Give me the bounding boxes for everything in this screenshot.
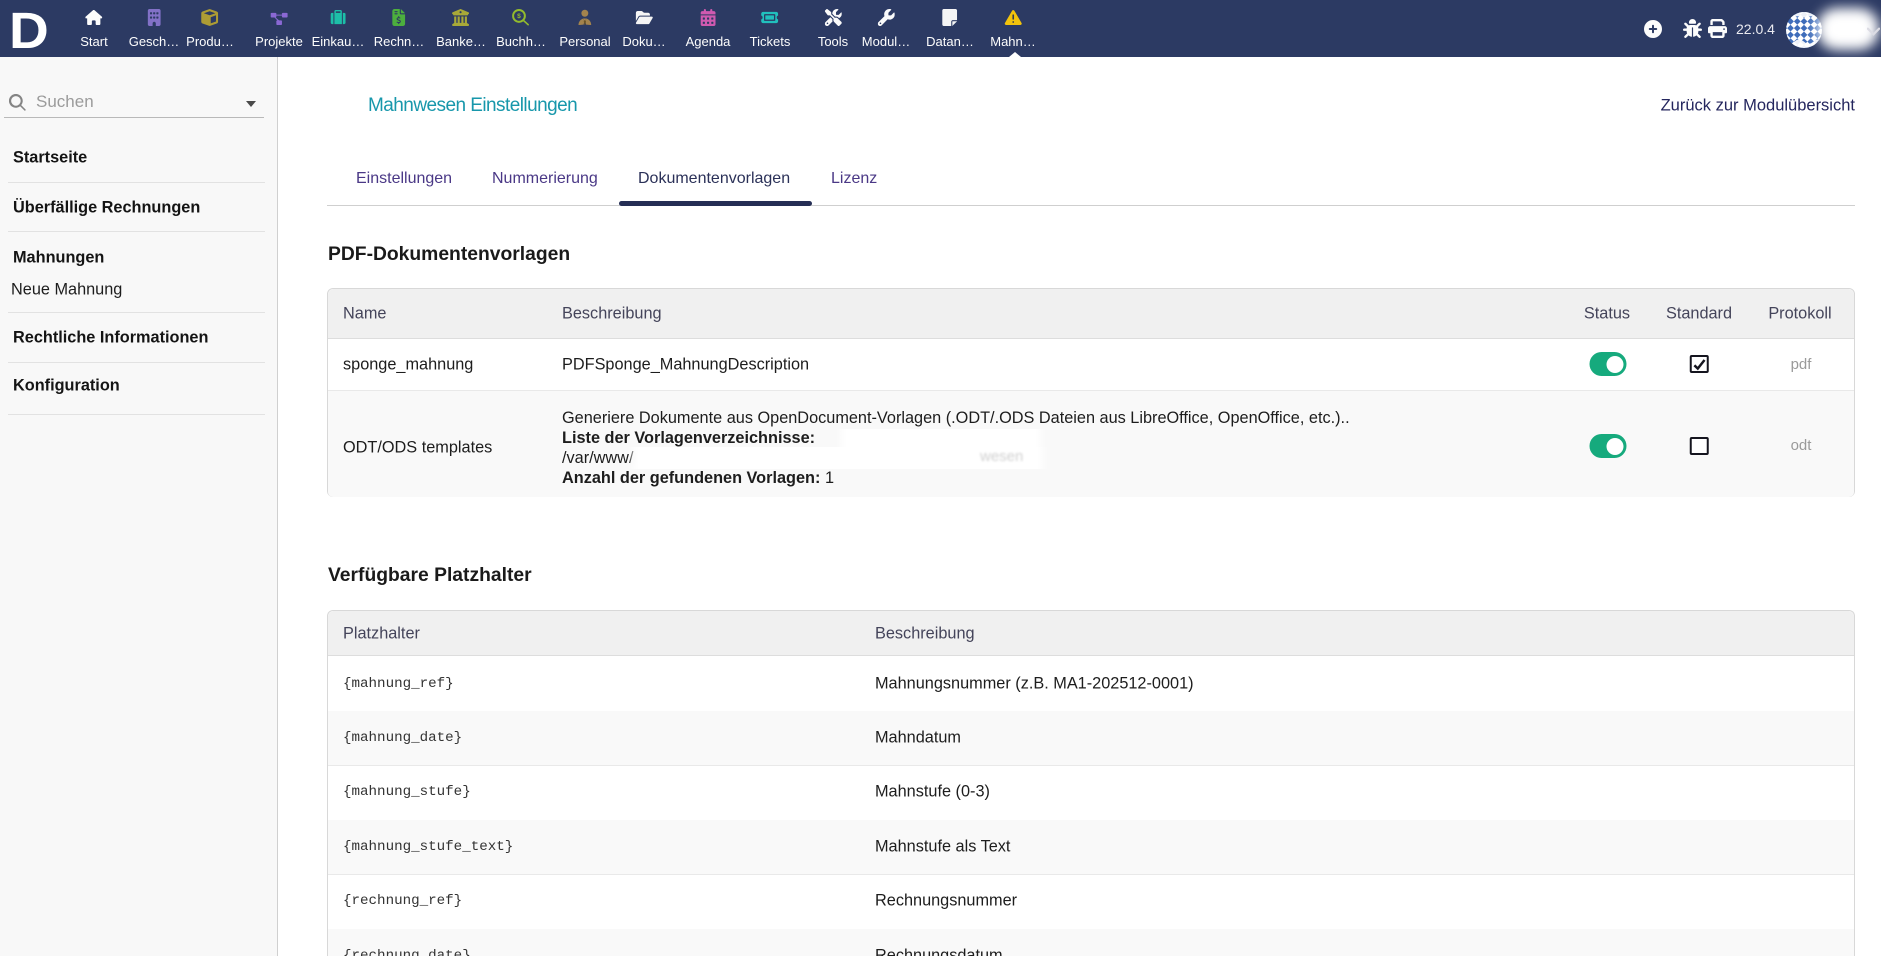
svg-text:$: $ — [518, 13, 522, 20]
